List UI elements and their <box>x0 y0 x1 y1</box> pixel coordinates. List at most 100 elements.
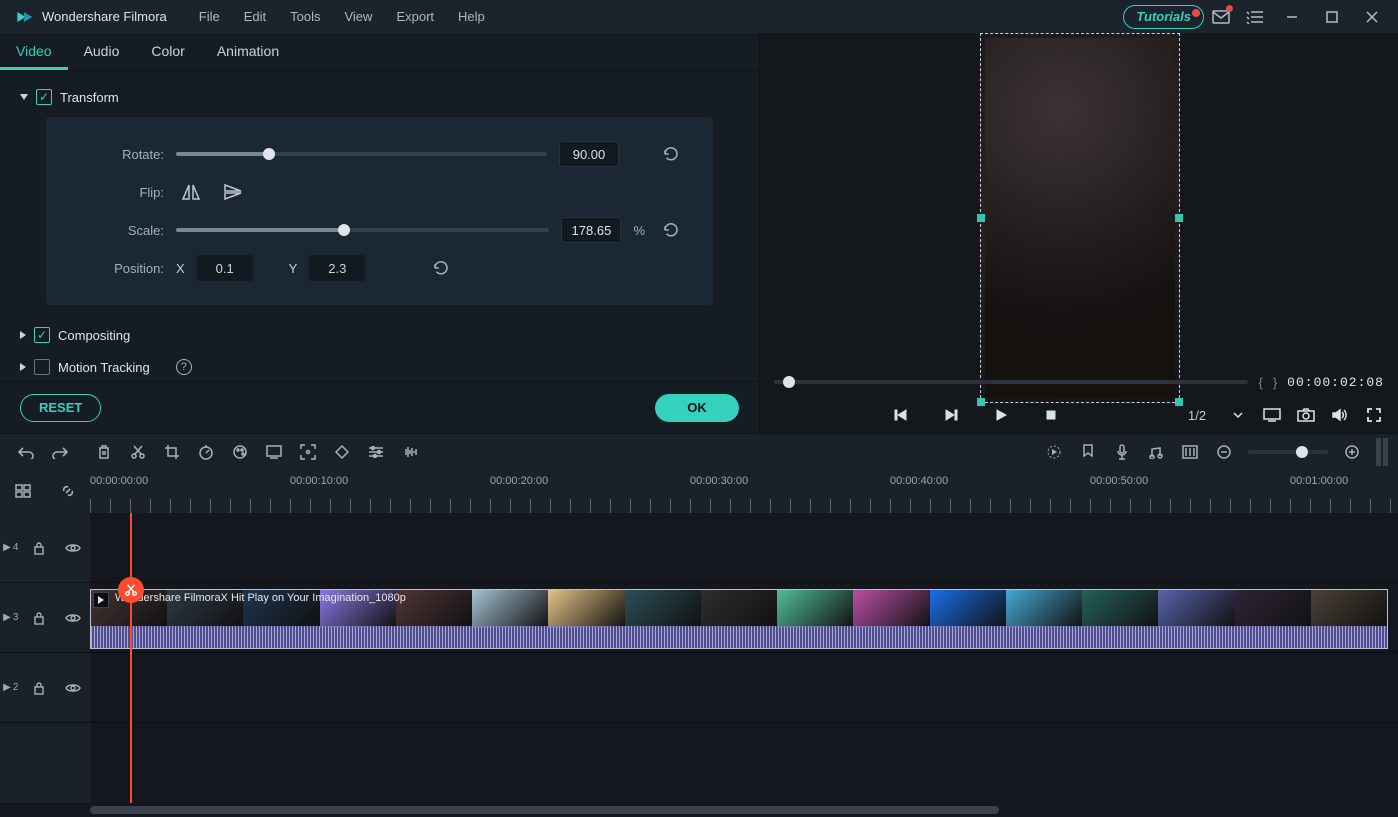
preview-clip-bounds[interactable] <box>980 33 1180 403</box>
position-x-field[interactable]: 0.1 <box>197 255 253 281</box>
stop-button[interactable] <box>1037 401 1065 429</box>
audio-mix-button[interactable] <box>394 437 426 467</box>
rotate-value[interactable]: 90.00 <box>559 141 619 167</box>
split-marker-icon[interactable] <box>118 577 144 603</box>
tab-color[interactable]: Color <box>135 33 200 70</box>
resize-handle-br[interactable] <box>1175 398 1183 406</box>
render-button[interactable] <box>1038 437 1070 467</box>
eye-icon[interactable] <box>59 604 87 632</box>
menu-export[interactable]: Export <box>384 3 446 30</box>
preview-progress[interactable] <box>774 380 1248 384</box>
keyframe-button[interactable] <box>326 437 358 467</box>
color-button[interactable] <box>224 437 256 467</box>
timeline-zoom-slider[interactable] <box>1248 450 1328 454</box>
scale-reset-button[interactable] <box>657 221 685 239</box>
lock-icon[interactable] <box>25 674 53 702</box>
playhead[interactable] <box>130 513 132 803</box>
menu-help[interactable]: Help <box>446 3 497 30</box>
compositing-checkbox[interactable] <box>34 327 50 343</box>
eye-icon[interactable] <box>59 674 87 702</box>
menu-tools[interactable]: Tools <box>278 3 332 30</box>
rotate-reset-button[interactable] <box>657 145 685 163</box>
track-header[interactable]: ▶2 <box>0 653 90 723</box>
tab-animation[interactable]: Animation <box>201 33 295 70</box>
play-button[interactable] <box>987 401 1015 429</box>
track-header[interactable]: ▶3 <box>0 583 90 653</box>
motion-tracking-checkbox[interactable] <box>34 359 50 375</box>
volume-icon[interactable] <box>1326 401 1354 429</box>
compositing-title: Compositing <box>58 328 130 343</box>
resize-handle-left[interactable] <box>977 214 985 222</box>
zoom-out-button[interactable] <box>1208 437 1240 467</box>
video-clip[interactable]: Wondershare FilmoraX Hit Play on Your Im… <box>90 589 1388 649</box>
position-y-field[interactable]: 2.3 <box>309 255 365 281</box>
section-compositing-header[interactable]: Compositing <box>20 319 739 351</box>
step-forward-button[interactable] <box>937 401 965 429</box>
window-maximize-button[interactable] <box>1312 0 1352 33</box>
scale-value[interactable]: 178.65 <box>561 217 621 243</box>
menu-edit[interactable]: Edit <box>232 3 278 30</box>
link-button[interactable] <box>56 479 80 503</box>
transform-checkbox[interactable] <box>36 89 52 105</box>
eye-icon[interactable] <box>59 534 87 562</box>
rotate-slider[interactable] <box>176 152 547 156</box>
help-icon[interactable]: ? <box>176 359 192 375</box>
position-reset-button[interactable] <box>427 259 455 277</box>
flip-horizontal-button[interactable] <box>176 180 206 204</box>
zoom-in-button[interactable] <box>1336 437 1368 467</box>
audio-sync-button[interactable] <box>1140 437 1172 467</box>
tab-audio[interactable]: Audio <box>68 33 136 70</box>
messages-icon[interactable] <box>1204 0 1238 33</box>
tracks-area[interactable]: Wondershare FilmoraX Hit Play on Your Im… <box>90 513 1398 803</box>
step-back-button[interactable] <box>887 401 915 429</box>
track-id: ▶4 <box>3 542 18 553</box>
section-motion-tracking-header[interactable]: Motion Tracking ? <box>20 351 739 381</box>
horizontal-scrollbar[interactable] <box>0 803 1398 817</box>
properties-panel: Video Audio Color Animation Transform Ro… <box>0 33 760 433</box>
crop-button[interactable] <box>156 437 188 467</box>
delete-button[interactable] <box>88 437 120 467</box>
speed-button[interactable] <box>190 437 222 467</box>
task-list-icon[interactable] <box>1238 0 1272 33</box>
resize-handle-bl[interactable] <box>977 398 985 406</box>
flip-label: Flip: <box>74 185 164 200</box>
preview-quality-icon[interactable] <box>1258 401 1286 429</box>
manage-tracks-button[interactable] <box>11 479 35 503</box>
window-close-button[interactable] <box>1352 0 1392 33</box>
redo-button[interactable] <box>44 437 76 467</box>
flip-vertical-button[interactable] <box>218 180 248 204</box>
timeline-tracks: ▶4 ▶3 ▶2 Wondershare FilmoraX Hit Play o… <box>0 513 1398 803</box>
transform-title: Transform <box>60 90 119 105</box>
preview-zoom-dropdown[interactable] <box>1224 401 1252 429</box>
preview-canvas[interactable] <box>760 33 1398 367</box>
resize-handle-right[interactable] <box>1175 214 1183 222</box>
marker-button[interactable] <box>1072 437 1104 467</box>
lock-icon[interactable] <box>25 534 53 562</box>
tutorials-button[interactable]: Tutorials <box>1123 5 1204 29</box>
record-vo-button[interactable] <box>1106 437 1138 467</box>
menu-file[interactable]: File <box>187 3 232 30</box>
motion-tracking-button[interactable] <box>292 437 324 467</box>
chevron-right-icon <box>20 331 26 339</box>
window-minimize-button[interactable] <box>1272 0 1312 33</box>
mark-in-icon[interactable]: { <box>1258 375 1262 390</box>
undo-button[interactable] <box>10 437 42 467</box>
lock-icon[interactable] <box>25 604 53 632</box>
chevron-down-icon <box>20 94 28 100</box>
track-header[interactable]: ▶4 <box>0 513 90 583</box>
snapshot-icon[interactable] <box>1292 401 1320 429</box>
scale-slider[interactable] <box>176 228 549 232</box>
menu-view[interactable]: View <box>332 3 384 30</box>
green-screen-button[interactable] <box>258 437 290 467</box>
fullscreen-icon[interactable] <box>1360 401 1388 429</box>
split-button[interactable] <box>122 437 154 467</box>
tab-video[interactable]: Video <box>0 33 68 70</box>
ok-button[interactable]: OK <box>655 394 739 422</box>
timeline-ruler[interactable]: 00:00:00:00 00:00:10:00 00:00:20:00 00:0… <box>90 469 1398 513</box>
adjust-button[interactable] <box>360 437 392 467</box>
mark-out-icon[interactable]: } <box>1273 375 1277 390</box>
mixer-button[interactable] <box>1174 437 1206 467</box>
section-transform-header[interactable]: Transform <box>20 81 739 113</box>
zoom-to-fit-button[interactable] <box>1376 438 1388 466</box>
reset-button[interactable]: RESET <box>20 394 101 422</box>
